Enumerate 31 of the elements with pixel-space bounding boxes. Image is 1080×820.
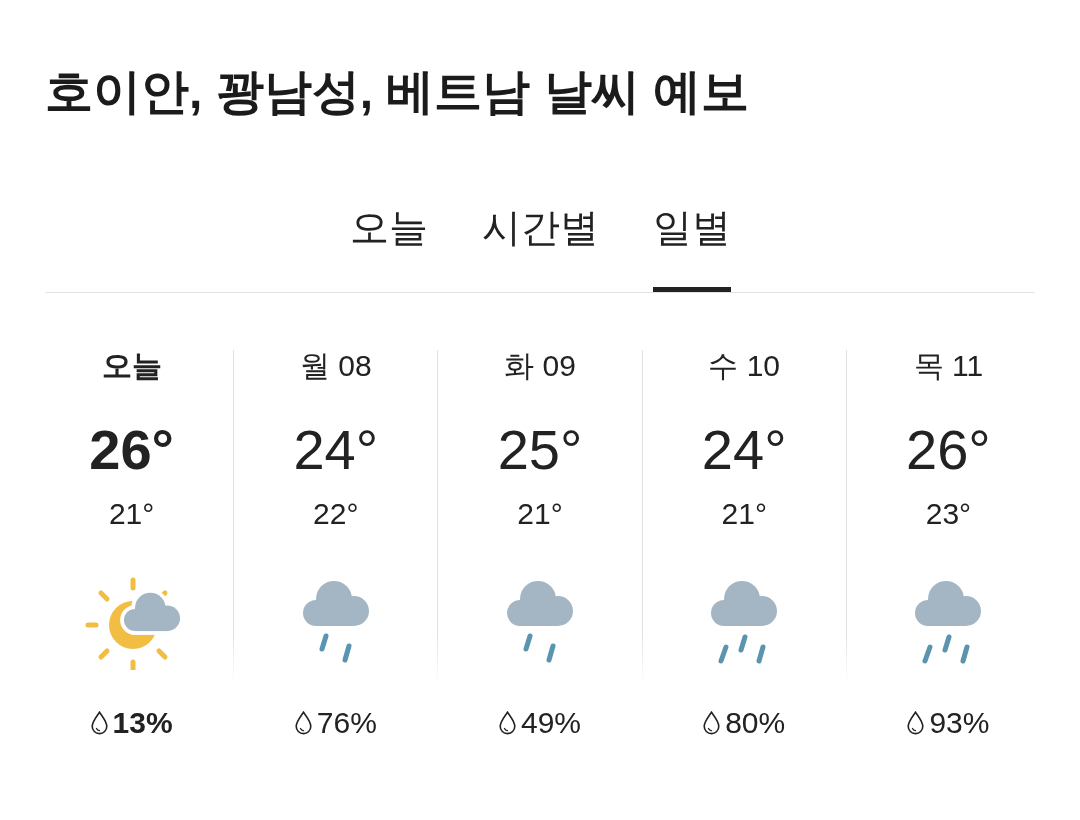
precipitation-chance: 93% <box>929 705 990 741</box>
raindrop-icon <box>907 711 925 735</box>
high-temperature: 24° <box>293 418 379 482</box>
high-temperature: 25° <box>497 418 583 482</box>
low-temperature: 22° <box>313 496 359 532</box>
tab[interactable]: 시간별 <box>481 206 599 292</box>
precipitation-chance: 13% <box>112 705 173 741</box>
day-label: 오늘 <box>101 348 162 384</box>
tab[interactable]: 오늘 <box>349 206 428 292</box>
precipitation-chance: 80% <box>725 705 786 741</box>
raindrop-icon <box>294 711 312 735</box>
day-label: 월 08 <box>299 348 372 384</box>
page-title: 호이안, 꽝남성, 베트남 날씨 예보 <box>45 64 750 120</box>
day-label: 수 10 <box>708 348 781 384</box>
low-temperature: 21° <box>721 496 767 532</box>
rain-cloud-icon <box>710 580 779 666</box>
tab[interactable]: 일별 <box>652 206 731 292</box>
high-temperature: 26° <box>906 418 991 482</box>
high-temperature: 24° <box>701 418 787 482</box>
raindrop-icon <box>499 711 516 735</box>
precipitation-chance: 49% <box>521 705 582 741</box>
raindrop-icon <box>703 711 721 735</box>
precipitation-chance: 76% <box>316 705 377 741</box>
day-label: 목 11 <box>913 348 984 384</box>
rain-cloud-icon <box>914 580 983 666</box>
low-temperature: 21° <box>517 496 563 532</box>
low-temperature: 21° <box>108 496 155 532</box>
raindrop-icon <box>90 711 108 735</box>
day-label: 화 09 <box>504 348 576 384</box>
low-temperature: 23° <box>925 496 972 532</box>
high-temperature: 26° <box>89 418 174 482</box>
